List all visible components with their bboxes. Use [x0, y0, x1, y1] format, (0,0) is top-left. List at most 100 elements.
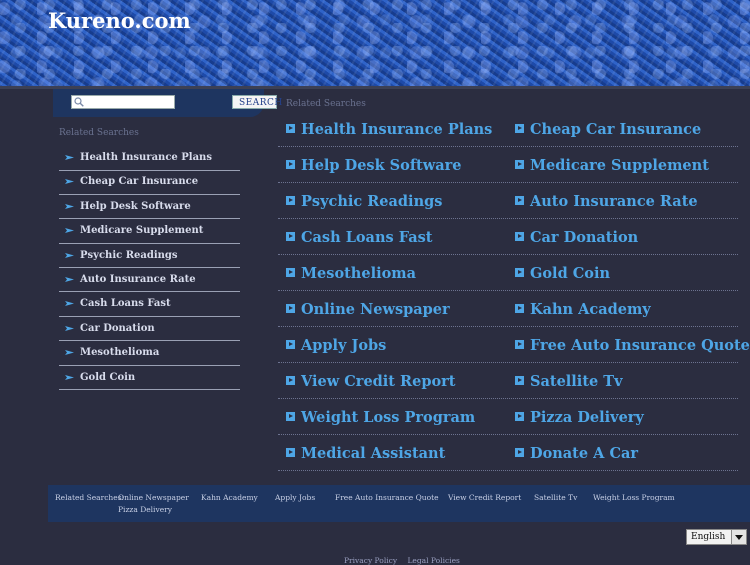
related-search-link[interactable]: Cash Loans Fast [301, 229, 432, 246]
footer-link[interactable]: Pizza Delivery [118, 505, 172, 514]
arrow-icon [286, 124, 295, 133]
related-links-grid: Health Insurance Plans Cheap Car Insuranc… [278, 115, 750, 475]
legal-policies-link[interactable]: Legal Policies [407, 556, 459, 565]
sidebar-list-item[interactable]: Cash Loans Fast [59, 293, 240, 317]
related-search-link[interactable]: Medical Assistant [301, 445, 445, 462]
language-selected-value: English [691, 532, 726, 542]
related-search-link[interactable]: Auto Insurance Rate [530, 193, 698, 210]
related-search-link[interactable]: Car Donation [530, 229, 638, 246]
sidebar-item-label: Psychic Readings [80, 249, 178, 261]
related-links-row: Help Desk Software Medicare Supplement [278, 151, 738, 187]
bullet-icon [65, 325, 74, 331]
footer-link[interactable]: Weight Loss Program [593, 493, 675, 502]
sidebar-list-item[interactable]: Cheap Car Insurance [59, 171, 240, 195]
arrow-icon [286, 304, 295, 313]
sidebar-list-item[interactable]: Medicare Supplement [59, 220, 240, 244]
search-button[interactable]: SEARCH [232, 95, 282, 109]
header-banner: Kureno.com [0, 0, 750, 88]
footer-related-label: Related Searches: [55, 493, 125, 502]
sidebar-item-label: Help Desk Software [80, 200, 191, 212]
bullet-icon [65, 276, 74, 282]
arrow-icon [286, 268, 295, 277]
sidebar-list: Health Insurance Plans Cheap Car Insuranc… [59, 147, 240, 391]
sidebar-item-label: Health Insurance Plans [80, 152, 212, 163]
sidebar-list-item[interactable]: Health Insurance Plans [59, 147, 240, 171]
bullet-icon [65, 155, 74, 160]
sidebar-item-label: Cheap Car Insurance [80, 176, 199, 188]
related-search-link[interactable]: Mesothelioma [301, 265, 416, 282]
related-search-link[interactable]: Medicare Supplement [530, 157, 709, 174]
bullet-icon [65, 301, 74, 307]
sidebar-list-item[interactable]: Auto Insurance Rate [59, 269, 240, 293]
sidebar-list-item[interactable]: Mesothelioma [59, 342, 240, 366]
related-search-link[interactable]: Weight Loss Program [301, 409, 475, 426]
related-search-link[interactable]: Kahn Academy [530, 301, 651, 318]
arrow-icon [286, 232, 295, 241]
related-search-link[interactable]: Health Insurance Plans [301, 121, 492, 138]
related-links-row: View Credit Report Satellite Tv [278, 367, 738, 403]
search-box: SEARCH [53, 89, 282, 117]
bullet-icon [65, 179, 74, 185]
related-search-link[interactable]: Online Newspaper [301, 301, 450, 318]
related-search-link[interactable]: Free Auto Insurance Quote [530, 337, 750, 354]
chevron-down-icon[interactable] [731, 530, 746, 544]
main-related-title: Related Searches [286, 99, 366, 109]
related-search-link[interactable]: Donate A Car [530, 445, 638, 462]
arrow-icon [515, 304, 524, 313]
footer-link[interactable]: Satellite Tv [534, 493, 577, 502]
arrow-icon [286, 196, 295, 205]
sidebar-item-label: Auto Insurance Rate [80, 273, 196, 285]
related-links-row: Online Newspaper Kahn Academy [278, 295, 738, 331]
related-search-link[interactable]: Apply Jobs [301, 337, 386, 354]
sidebar-list-item[interactable]: Car Donation [59, 318, 240, 342]
related-search-link[interactable]: Pizza Delivery [530, 409, 644, 426]
arrow-icon [286, 160, 295, 169]
arrow-icon [515, 412, 524, 421]
related-search-link[interactable]: Psychic Readings [301, 193, 442, 210]
related-search-link[interactable]: Cheap Car Insurance [530, 121, 701, 138]
related-search-link[interactable]: Help Desk Software [301, 157, 462, 174]
bullet-icon [65, 228, 74, 234]
footer-link[interactable]: View Credit Report [448, 493, 521, 502]
related-search-link[interactable]: Satellite Tv [530, 373, 623, 390]
arrow-icon [286, 448, 295, 457]
sidebar-list-item[interactable]: Psychic Readings [59, 245, 240, 269]
arrow-icon [515, 232, 524, 241]
related-links-row: Mesothelioma Gold Coin [278, 259, 738, 295]
arrow-icon [515, 448, 524, 457]
related-links-row: Health Insurance Plans Cheap Car Insuranc… [278, 115, 738, 151]
privacy-policy-link[interactable]: Privacy Policy [344, 556, 397, 565]
bullet-icon [65, 203, 74, 209]
arrow-icon [515, 376, 524, 385]
bullet-icon [65, 252, 74, 258]
bottom-links: Privacy Policy Legal Policies [344, 556, 468, 565]
sidebar-related-title: Related Searches [59, 128, 139, 138]
footer-link[interactable]: Apply Jobs [275, 493, 315, 502]
footer-related-bar: Related Searches: Online Newspaper Kahn … [48, 485, 750, 522]
language-select[interactable]: English [686, 529, 747, 545]
related-search-link[interactable]: Gold Coin [530, 265, 610, 282]
related-search-link[interactable]: View Credit Report [301, 373, 455, 390]
arrow-icon [515, 124, 524, 133]
arrow-icon [515, 340, 524, 349]
arrow-icon [286, 412, 295, 421]
sidebar-item-label: Gold Coin [80, 371, 136, 383]
footer-link[interactable]: Free Auto Insurance Quote [335, 493, 439, 502]
search-input[interactable] [71, 95, 175, 109]
arrow-icon [515, 196, 524, 205]
site-title[interactable]: Kureno.com [48, 8, 191, 33]
arrow-icon [515, 268, 524, 277]
footer-link[interactable]: Online Newspaper [118, 493, 189, 502]
search-icon [74, 97, 84, 107]
sidebar-item-label: Car Donation [80, 322, 155, 334]
sidebar-list-item[interactable]: Gold Coin [59, 367, 240, 391]
sidebar-item-label: Mesothelioma [80, 347, 160, 359]
footer-link[interactable]: Kahn Academy [201, 493, 258, 502]
sidebar-list-item[interactable]: Help Desk Software [59, 196, 240, 220]
sidebar-item-label: Medicare Supplement [80, 225, 204, 237]
arrow-icon [286, 376, 295, 385]
sidebar-item-label: Cash Loans Fast [80, 298, 171, 310]
related-links-row: Apply Jobs Free Auto Insurance Quote [278, 331, 750, 367]
arrow-icon [286, 340, 295, 349]
related-links-row: Cash Loans Fast Car Donation [278, 223, 738, 259]
